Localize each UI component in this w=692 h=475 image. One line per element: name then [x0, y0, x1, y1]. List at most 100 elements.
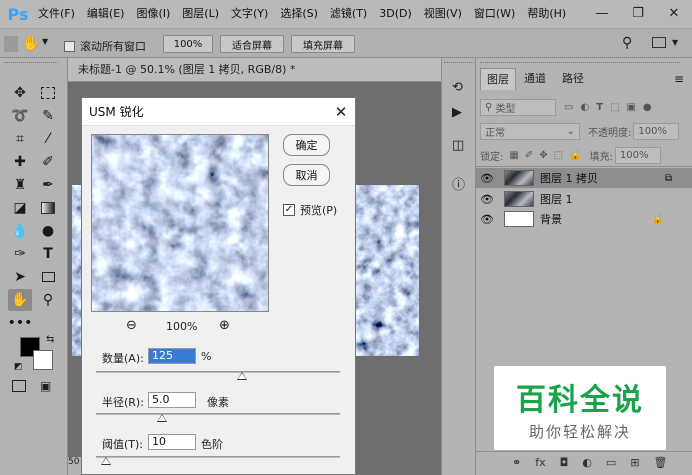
- menu-item[interactable]: 滤镜(T): [324, 0, 373, 28]
- scroll-all-option[interactable]: 滚动所有窗口: [64, 38, 146, 54]
- history-panel-icon[interactable]: ⟲: [452, 80, 463, 95]
- layer-style-icon[interactable]: fx: [535, 456, 545, 469]
- preview-checkbox[interactable]: ✓: [283, 204, 295, 216]
- fill-field[interactable]: 100%: [614, 146, 661, 164]
- layer-row-copy[interactable]: 👁 图层 1 拷贝 ⧉: [476, 168, 692, 188]
- brush-tool-icon[interactable]: ✐: [36, 151, 60, 173]
- lasso-tool-icon[interactable]: ➰: [8, 105, 32, 127]
- eraser-tool-icon[interactable]: ◪: [8, 197, 32, 219]
- fill-screen-button[interactable]: 填充屏幕: [291, 35, 355, 53]
- crop-tool-icon[interactable]: ⌗: [8, 128, 32, 150]
- ok-button[interactable]: 确定: [283, 134, 330, 156]
- lock-position-icon[interactable]: ✥: [539, 150, 547, 161]
- amount-input[interactable]: 125: [148, 348, 196, 364]
- minimize-button[interactable]: —: [584, 0, 620, 26]
- adjustment-layer-icon[interactable]: ◐: [582, 456, 592, 469]
- background-color-swatch[interactable]: [33, 350, 53, 370]
- screen-mode-icon[interactable]: ▣: [40, 379, 51, 393]
- filter-toggle-icon[interactable]: ●: [643, 102, 652, 113]
- lock-all-icon[interactable]: 🔒: [569, 150, 581, 161]
- preset-dropdown-icon[interactable]: ▼: [42, 37, 48, 46]
- menu-item[interactable]: 3D(D): [373, 0, 418, 28]
- menu-item[interactable]: 选择(S): [274, 0, 324, 28]
- visibility-eye-icon[interactable]: 👁: [476, 172, 498, 185]
- actions-panel-icon[interactable]: ▶: [452, 105, 462, 120]
- marquee-tool-icon[interactable]: [36, 82, 60, 104]
- zoom-100-button[interactable]: 100%: [163, 35, 213, 53]
- menu-item[interactable]: 文件(F): [32, 0, 81, 28]
- amount-slider-track[interactable]: [96, 371, 340, 373]
- new-group-icon[interactable]: ▭: [606, 456, 616, 469]
- search-icon[interactable]: ⚲: [622, 35, 632, 51]
- path-selection-tool-icon[interactable]: ➤: [8, 266, 32, 288]
- hand-tool-preset-icon[interactable]: ✋: [22, 34, 41, 52]
- tab-channels[interactable]: 通道: [518, 68, 552, 90]
- workspace-icon[interactable]: [652, 37, 666, 48]
- gradient-tool-icon[interactable]: [36, 197, 60, 219]
- radius-slider-track[interactable]: [96, 413, 340, 415]
- kind-filter-dropdown[interactable]: ⚲ 类型: [480, 98, 556, 116]
- new-layer-icon[interactable]: ⊞: [630, 456, 639, 469]
- swap-colors-icon[interactable]: ⇆: [46, 334, 54, 345]
- edit-toolbar-icon[interactable]: •••: [8, 312, 33, 334]
- layer-row-background[interactable]: 👁 背景 🔒: [476, 209, 692, 229]
- lock-transparent-icon[interactable]: ▦: [509, 150, 518, 161]
- amount-slider-thumb[interactable]: [237, 372, 248, 380]
- pen-tool-icon[interactable]: ✑: [8, 243, 32, 265]
- delete-layer-icon[interactable]: 🗑: [654, 456, 668, 469]
- menu-item[interactable]: 文字(Y): [225, 0, 274, 28]
- fit-screen-button[interactable]: 适合屏幕: [220, 35, 284, 53]
- threshold-slider-thumb[interactable]: [100, 457, 111, 465]
- filter-adjustment-icon[interactable]: ◐: [580, 102, 589, 113]
- menu-item[interactable]: 窗口(W): [468, 0, 521, 28]
- history-brush-tool-icon[interactable]: ✒: [36, 174, 60, 196]
- healing-brush-tool-icon[interactable]: ✚: [8, 151, 32, 173]
- visibility-eye-icon[interactable]: 👁: [476, 213, 498, 226]
- workspace-dropdown-icon[interactable]: ▼: [672, 38, 678, 47]
- quick-mask-icon[interactable]: [12, 380, 26, 392]
- link-layers-icon[interactable]: ⚭: [512, 456, 521, 469]
- visibility-eye-icon[interactable]: 👁: [476, 193, 498, 206]
- close-window-button[interactable]: ✕: [656, 0, 692, 26]
- opacity-field[interactable]: 100%: [633, 122, 680, 140]
- menu-item[interactable]: 帮助(H): [521, 0, 572, 28]
- clone-stamp-tool-icon[interactable]: ♜: [8, 174, 32, 196]
- menu-item[interactable]: 图层(L): [176, 0, 225, 28]
- cancel-button[interactable]: 取消: [283, 164, 330, 186]
- threshold-input[interactable]: 10: [148, 434, 196, 450]
- restore-button[interactable]: ❐: [620, 0, 656, 26]
- zoom-in-icon[interactable]: ⊕: [219, 318, 230, 333]
- filter-type-icon[interactable]: T: [596, 102, 603, 113]
- properties-panel-icon[interactable]: ◫: [452, 138, 464, 153]
- radius-input[interactable]: 5.0: [148, 392, 196, 408]
- zoom-tool-icon[interactable]: ⚲: [36, 289, 60, 311]
- panel-menu-icon[interactable]: ≡: [674, 72, 684, 86]
- layer-mask-icon[interactable]: ◘: [560, 456, 569, 469]
- tab-paths[interactable]: 路径: [556, 68, 590, 90]
- filter-shape-icon[interactable]: ⬚: [610, 102, 619, 113]
- blur-tool-icon[interactable]: 💧: [8, 220, 32, 242]
- layer-row-1[interactable]: 👁 图层 1: [476, 189, 692, 209]
- dodge-tool-icon[interactable]: ●: [36, 220, 60, 242]
- preview-option[interactable]: ✓ 预览(P): [283, 202, 337, 218]
- menu-item[interactable]: 视图(V): [418, 0, 468, 28]
- type-tool-icon[interactable]: T: [36, 243, 60, 265]
- tab-layers[interactable]: 图层: [480, 68, 516, 90]
- hand-tool-icon[interactable]: ✋: [8, 289, 32, 311]
- rectangle-tool-icon[interactable]: [36, 266, 60, 288]
- eyedropper-tool-icon[interactable]: ⁄: [36, 128, 60, 150]
- scroll-all-checkbox[interactable]: [64, 40, 75, 52]
- menu-item[interactable]: 编辑(E): [81, 0, 131, 28]
- lock-image-icon[interactable]: ✐: [525, 150, 533, 161]
- menu-item[interactable]: 图像(I): [130, 0, 176, 28]
- zoom-out-icon[interactable]: ⊖: [126, 318, 137, 333]
- dialog-preview[interactable]: [91, 134, 269, 312]
- lock-artboard-icon[interactable]: ⬚: [554, 150, 563, 161]
- filter-pixel-icon[interactable]: ▭: [564, 102, 573, 113]
- default-colors-icon[interactable]: ◩: [14, 362, 23, 372]
- move-tool-icon[interactable]: ✥: [8, 82, 32, 104]
- document-tab[interactable]: 未标题-1 @ 50.1% (图层 1 拷贝, RGB/8) *: [68, 58, 446, 82]
- threshold-slider-track[interactable]: [96, 456, 340, 458]
- radius-slider-thumb[interactable]: [156, 414, 167, 422]
- filter-smart-object-icon[interactable]: ▣: [626, 102, 635, 113]
